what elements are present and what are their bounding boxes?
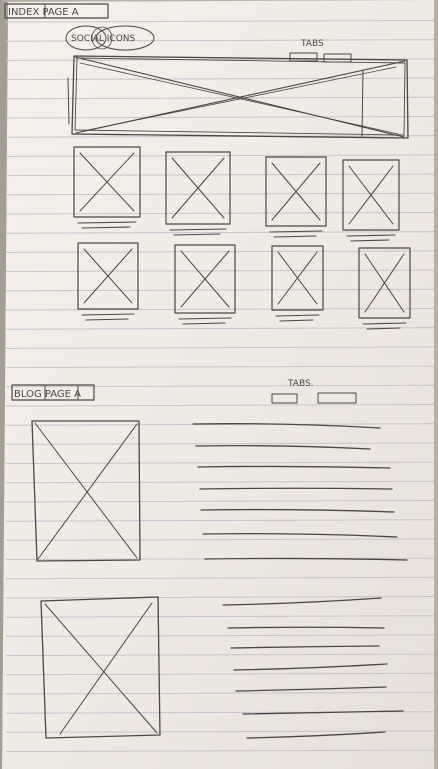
index-page-label: INDEX PAGE A (8, 7, 79, 18)
text-line (227, 626, 385, 629)
blog-page-label: BLOG PAGE A (14, 389, 81, 400)
index-tabs-label: TABS (300, 39, 324, 49)
social-icons-label: SOCIAL ICONS (71, 34, 136, 44)
text-line (199, 487, 393, 490)
blog-tabs-label: TABS. (287, 379, 314, 389)
wireframe-sketch-photo: INDEX PAGE A SOCIAL ICONS TABS BLOG PAGE… (0, 0, 435, 769)
